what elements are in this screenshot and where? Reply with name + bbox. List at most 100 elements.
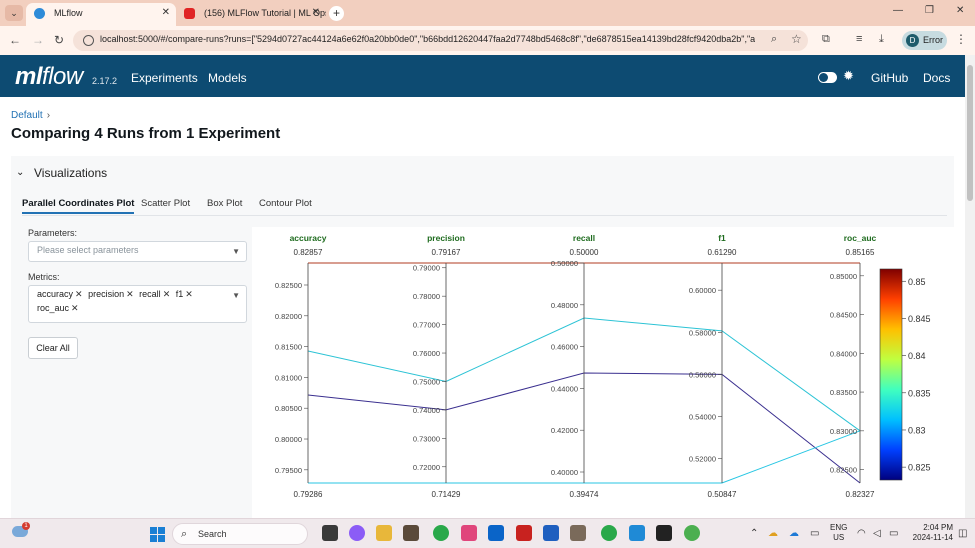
chrome-icon[interactable] [433,525,449,541]
onedrive-icon[interactable]: ☁ [789,528,799,539]
browser-tab-youtube[interactable]: (156) MLFlow Tutorial | ML Ops ✕ [176,3,326,26]
acrobat-icon[interactable] [516,525,532,541]
tick-label: 0.81500 [275,343,302,352]
address-bar[interactable]: localhost:5000/#/compare-runs?runs=["529… [73,30,808,51]
close-tab-icon[interactable]: ✕ [162,3,170,23]
tick-label: 0.79000 [413,264,440,273]
extensions-icon[interactable]: ⧉ [822,33,830,46]
mlflow-logo[interactable]: mlflow [15,63,83,91]
visualizations-title[interactable]: Visualizations [34,166,107,180]
tick-label: 0.83000 [830,427,857,436]
app-icon[interactable] [403,525,419,541]
window-close-icon[interactable]: ✕ [956,5,964,16]
nav-docs[interactable]: Docs [923,71,950,85]
remove-chip-icon[interactable]: ✕ [163,289,171,299]
clear-all-button[interactable]: Clear All [28,337,78,359]
back-arrow-icon[interactable]: ← [9,33,21,47]
new-tab-button[interactable]: + [329,6,344,21]
wifi-icon[interactable]: ◠ [857,528,866,539]
parallel-coordinates-plot[interactable]: accuracy 0.82857 0.79286 0.79500 0.80000 0.80… [252,227,954,518]
profile-button[interactable]: D Error [902,31,947,50]
mlflow-favicon-icon [34,8,45,19]
tab-search-chevron-icon[interactable]: ⌄ [5,5,23,21]
remove-chip-icon[interactable]: ✕ [75,289,83,299]
tick-label: 0.79500 [275,466,302,475]
minimize-icon[interactable]: — [893,5,903,16]
tab-box-plot[interactable]: Box Plot [207,198,242,209]
cloud-icon[interactable]: ☁ [768,528,778,539]
axis-min-label: 0.39474 [570,490,599,499]
taskbar-clock[interactable]: 2:04 PM 2024-11-14 [905,523,953,543]
notifications-icon[interactable]: ◫ [958,528,967,539]
download-icon[interactable]: ⤓ [879,33,884,46]
nav-experiments[interactable]: Experiments [131,71,198,85]
terminal-icon[interactable] [656,525,672,541]
tabs-divider [22,215,947,216]
bookmark-star-icon[interactable]: ☆ [791,32,802,46]
plot-controls: Parameters: Please select parameters ▼ M… [28,228,248,359]
browser-tab-title: MLflow [54,8,83,18]
axis-title-precision: precision [427,233,465,243]
breadcrumb-default[interactable]: Default [11,110,43,121]
axis-min-label: 0.71429 [432,490,461,499]
battery-icon[interactable]: ▭ [889,528,898,539]
browser-menu-icon[interactable]: ⋮ [955,32,967,46]
tick-label: 0.80000 [275,435,302,444]
tab-scatter-plot[interactable]: Scatter Plot [141,198,190,209]
browser-tab-mlflow[interactable]: MLflow ✕ [26,3,176,26]
tick-label: 0.78000 [413,292,440,301]
metric-chip: precision ✕ [88,289,134,299]
tick-label: 0.84500 [830,311,857,320]
nav-models[interactable]: Models [208,71,247,85]
tick-label: 0.83500 [830,388,857,397]
tick-label: 0.52000 [689,455,716,464]
chevron-down-icon[interactable]: ⌄ [16,167,24,178]
metric-chip: f1 ✕ [175,289,193,299]
url-text[interactable]: localhost:5000/#/compare-runs?runs=["529… [100,34,755,44]
browser-tabstrip: ⌄ MLflow ✕ (156) MLFlow Tutorial | ML Op… [0,0,975,26]
nav-github[interactable]: GitHub [871,71,908,85]
task-view-icon[interactable] [322,525,338,541]
chevron-up-icon[interactable]: ⌃ [750,528,758,539]
colorbar-tick-label: 0.83 [908,425,926,435]
remove-chip-icon[interactable]: ✕ [185,289,193,299]
axis-min-label: 0.50847 [708,490,737,499]
axis-max-label: 0.85165 [846,248,875,257]
word-icon[interactable] [543,525,559,541]
scrollbar-thumb[interactable] [967,65,973,201]
windows-taskbar: 1 ⌕ Search ⌃ ☁ ☁ ▭ ENG US ◠ ◁ ▭ 2:04 PM 20… [0,518,975,548]
tab-parallel-coordinates[interactable]: Parallel Coordinates Plot [22,198,135,214]
app-icon[interactable] [570,525,586,541]
chrome-profile-icon[interactable] [601,525,617,541]
dark-mode-toggle[interactable] [818,72,837,83]
language-indicator[interactable]: ENG US [830,523,847,543]
vscode-icon[interactable] [629,525,645,541]
reload-icon[interactable]: ↻ [54,33,64,47]
axis-title-f1: f1 [718,233,726,243]
forward-arrow-icon[interactable]: → [32,33,44,47]
slack-icon[interactable] [461,525,477,541]
metrics-select[interactable]: accuracy ✕ precision ✕ recall ✕ f1 ✕ roc_auc… [28,285,247,323]
outlook-icon[interactable] [488,525,504,541]
reading-list-icon[interactable]: ≡ [856,33,862,45]
axis-min-label: 0.82327 [846,490,875,499]
app-icon[interactable] [684,525,700,541]
profile-status-label: Error [923,35,943,45]
copilot-icon[interactable] [349,525,365,541]
restore-icon[interactable]: ❐ [925,5,934,16]
zoom-icon[interactable]: ⌕ [771,33,777,46]
tick-label: 0.60000 [689,286,716,295]
close-tab-icon[interactable]: ✕ [312,3,320,23]
site-info-icon[interactable] [83,35,94,46]
app-icon[interactable]: ▭ [810,528,819,539]
parallel-coordinates-svg[interactable]: accuracy 0.82857 0.79286 0.79500 0.80000 0.80… [252,227,954,518]
remove-chip-icon[interactable]: ✕ [71,303,79,313]
windows-start-icon[interactable] [150,527,165,542]
volume-icon[interactable]: ◁ [873,528,881,539]
remove-chip-icon[interactable]: ✕ [126,289,134,299]
taskbar-search[interactable]: ⌕ Search [172,523,308,545]
tab-contour-plot[interactable]: Contour Plot [259,198,312,209]
page-scrollbar[interactable] [965,55,975,518]
parameters-select[interactable]: Please select parameters ▼ [28,241,247,262]
file-explorer-icon[interactable] [376,525,392,541]
